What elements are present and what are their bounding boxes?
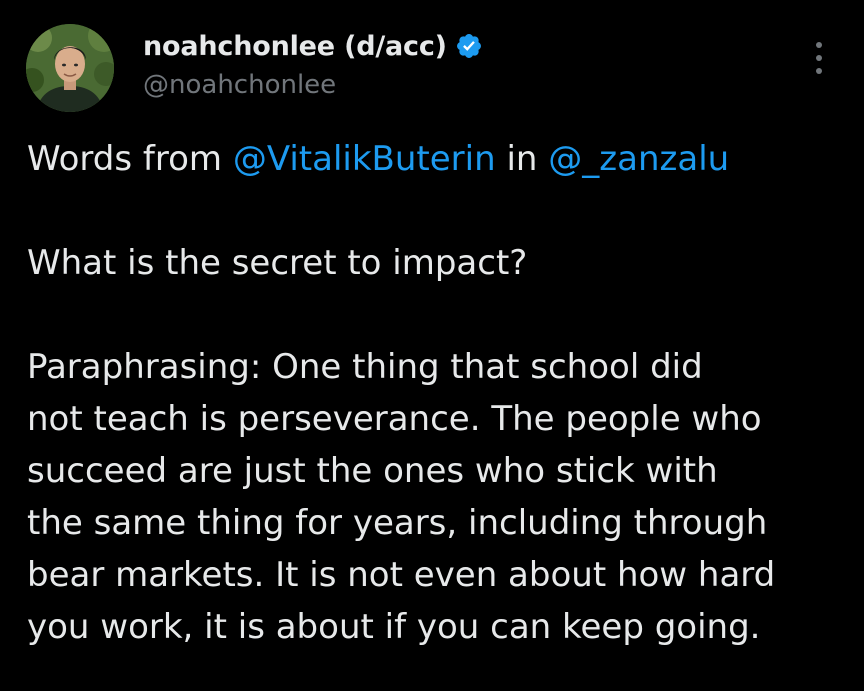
quote-line: succeed are just the ones who stick with	[27, 451, 718, 491]
more-vertical-icon-dot	[816, 55, 822, 61]
quote-line: bear markets. It is not even about how h…	[27, 555, 776, 595]
display-name[interactable]: noahchonlee (d/acc)	[143, 31, 447, 62]
quote-line: you work, it is about if you can keep go…	[27, 607, 761, 647]
intro-middle: in	[495, 139, 549, 179]
mention-link-vitalikbuterin[interactable]: @VitalikButerin	[233, 139, 496, 179]
name-row: noahchonlee (d/acc)	[143, 28, 483, 64]
intro-line: Words from @VitalikButerin in @_zanzalu	[27, 133, 827, 185]
verified-badge-icon	[455, 32, 483, 60]
question-line: What is the secret to impact?	[27, 243, 528, 283]
more-vertical-icon-dot	[816, 42, 822, 48]
tweet-text: Words from @VitalikButerin in @_zanzalu …	[27, 133, 827, 653]
quote-line: the same thing for years, including thro…	[27, 503, 768, 543]
profile-photo-icon	[26, 24, 114, 112]
more-options-button[interactable]	[804, 36, 834, 80]
avatar[interactable]	[26, 24, 114, 112]
tweet: noahchonlee (d/acc) @noahchonlee Words f…	[0, 0, 864, 691]
intro-prefix: Words from	[27, 139, 233, 179]
mention-link-zanzalu[interactable]: @_zanzalu	[548, 139, 729, 179]
quote-line: not teach is perseverance. The people wh…	[27, 399, 762, 439]
handle[interactable]: @noahchonlee	[143, 70, 483, 100]
more-vertical-icon-dot	[816, 68, 822, 74]
quote-line: Paraphrasing: One thing that school did	[27, 347, 703, 387]
author-header: noahchonlee (d/acc) @noahchonlee	[143, 28, 483, 100]
